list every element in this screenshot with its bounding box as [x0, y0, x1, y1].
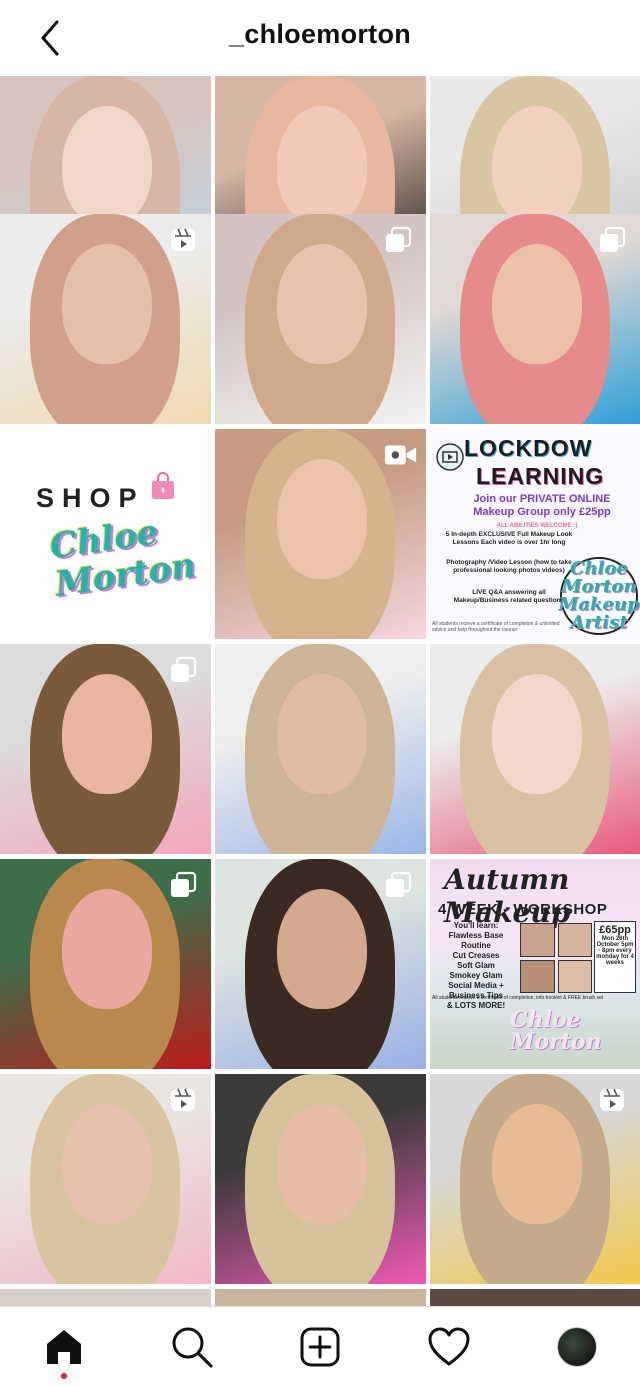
top-bar: _chloemorton	[0, 0, 640, 75]
face-shape	[492, 106, 582, 226]
face-shape	[62, 106, 152, 226]
search-icon	[172, 1327, 213, 1368]
video-icon	[384, 441, 417, 469]
face-shape	[492, 244, 582, 364]
face-shape	[277, 244, 367, 364]
promo-list-item: Social Media +	[448, 981, 504, 990]
face-shape	[62, 244, 152, 364]
post-tile-partial[interactable]	[215, 1289, 426, 1306]
promo-list-item: Flawless Base Routine	[448, 931, 504, 950]
post-tile[interactable]	[215, 859, 426, 1069]
heart-icon	[428, 1327, 470, 1366]
reel-icon	[169, 1086, 197, 1114]
avatar	[557, 1327, 597, 1367]
promo-list-item: & LOTS MORE!	[446, 1001, 506, 1010]
reel-icon	[598, 1086, 626, 1114]
post-tile[interactable]	[215, 1074, 426, 1284]
promo-price: £65pp	[599, 924, 631, 936]
post-tile[interactable]	[215, 214, 426, 424]
promo-photo-collage	[520, 923, 592, 993]
promo-dates: Mon 26th October 5pm - 8pm every monday …	[596, 936, 634, 966]
post-tile[interactable]	[215, 429, 426, 639]
carousel-icon	[598, 226, 626, 254]
tab-search[interactable]	[168, 1323, 216, 1371]
face-shape	[277, 889, 367, 1009]
face-shape	[277, 106, 367, 226]
carousel-icon	[169, 871, 197, 899]
tab-new-post[interactable]	[296, 1323, 344, 1371]
post-tile[interactable]	[215, 644, 426, 854]
face-shape	[62, 889, 152, 1009]
post-tile[interactable]	[0, 644, 211, 854]
promo-title-line2: LEARNING	[476, 463, 605, 489]
brand-logo-text: Chloe Morton	[47, 512, 199, 605]
shopping-bag-icon	[152, 472, 174, 499]
face-shape	[277, 459, 367, 579]
post-tile[interactable]	[0, 214, 211, 424]
promo-title-line1: LOCKDOW	[464, 435, 593, 461]
promo-title: Autumn Makeup	[444, 863, 571, 929]
reel-icon	[169, 226, 197, 254]
home-active-dot	[61, 1373, 67, 1379]
video-play-icon	[436, 443, 464, 471]
shop-tile[interactable]: SHOP Chloe Morton	[0, 429, 211, 639]
face-shape	[62, 1104, 152, 1224]
tab-activity[interactable]	[425, 1323, 473, 1371]
shop-label: SHOP	[36, 483, 145, 513]
carousel-icon	[384, 226, 412, 254]
carousel-icon	[169, 656, 197, 684]
post-tile-partial[interactable]	[0, 1289, 211, 1306]
post-tile[interactable]	[430, 1074, 640, 1284]
post-tile-partial[interactable]	[430, 1289, 640, 1306]
post-tile[interactable]	[430, 214, 640, 424]
home-icon	[47, 1330, 81, 1364]
promo-price-card: £65pp Mon 26th October 5pm - 8pm every m…	[594, 921, 636, 993]
promo-subtitle: 4 WEEK - WORKSHOP	[438, 901, 608, 918]
promo-logo: Chloe Morton Makeup Artist	[558, 557, 640, 635]
post-tile[interactable]	[0, 1074, 211, 1284]
tab-profile[interactable]	[553, 1323, 601, 1371]
promo-subline: ALL ABILITIES WELCOME :)	[496, 523, 578, 529]
promo-bullet: 5 In-depth EXCLUSIVE Full Makeup Look Le…	[445, 531, 573, 546]
face-shape	[492, 1104, 582, 1224]
promo-list-item: You'll learn:	[453, 921, 499, 930]
post-tile[interactable]	[0, 859, 211, 1069]
promo-footer: All students recieve a certificate of co…	[432, 621, 560, 633]
promo-list-item: Soft Glam	[457, 961, 495, 970]
face-shape	[277, 674, 367, 794]
promo-bullet: Photography /Video Lesson (how to take p…	[446, 559, 572, 574]
lockdown-learning-tile[interactable]: LOCKDOW LEARNING Join our PRIVATE ONLINE…	[430, 429, 640, 639]
promo-bullet: LIVE Q&A answering all Makeup/Business r…	[453, 589, 565, 604]
post-tile[interactable]	[430, 644, 640, 854]
face-shape	[62, 674, 152, 794]
promo-headline: Join our PRIVATE ONLINE Makeup Group onl…	[473, 493, 611, 518]
face-shape	[277, 1104, 367, 1224]
face-shape	[492, 674, 582, 794]
tab-home[interactable]	[40, 1323, 88, 1371]
add-post-icon	[300, 1327, 340, 1367]
bottom-tab-bar	[0, 1306, 640, 1386]
promo-list-item: Cut Creases	[452, 951, 500, 960]
promo-list-item: Smokey Glam	[449, 971, 503, 980]
promo-footer: All students recieve a certificate of co…	[432, 995, 604, 1001]
carousel-icon	[384, 871, 412, 899]
profile-username-title: _chloemorton	[228, 19, 412, 49]
autumn-workshop-tile[interactable]: Autumn Makeup 4 WEEK - WORKSHOP You'll l…	[430, 859, 640, 1069]
promo-script-logo: Chloe Morton	[510, 1007, 602, 1055]
